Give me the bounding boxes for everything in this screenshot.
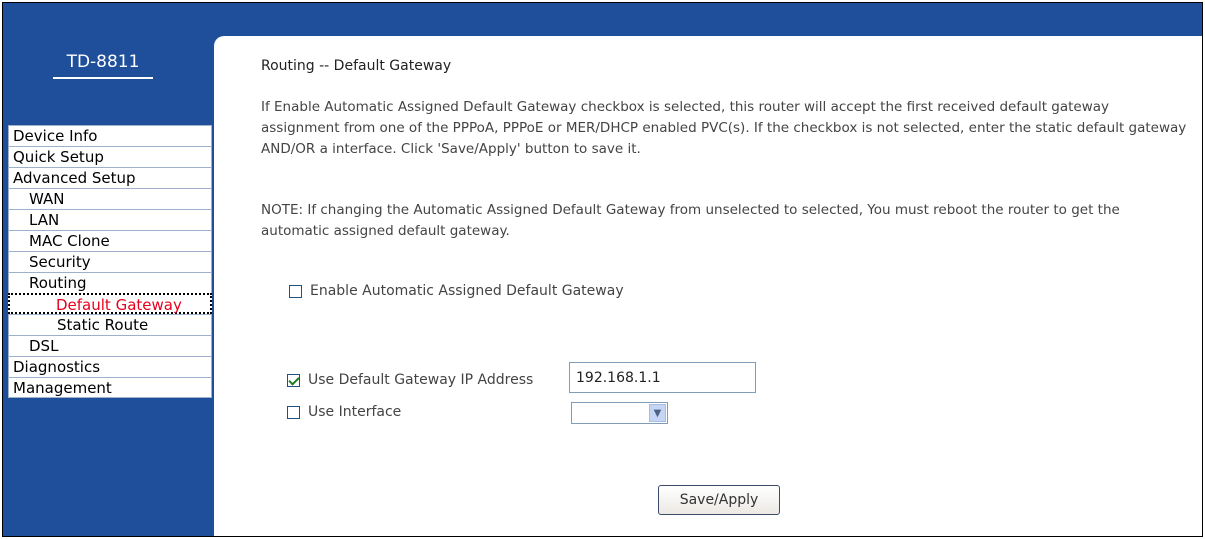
use-ip-checkbox[interactable] <box>287 373 300 387</box>
chevron-down-icon[interactable]: ▼ <box>649 404 666 422</box>
sidebar-item-dsl[interactable]: DSL <box>8 335 212 356</box>
model-name: TD-8811 <box>53 52 153 79</box>
page-description: If Enable Automatic Assigned Default Gat… <box>261 99 1187 157</box>
sidebar-item-quick-setup[interactable]: Quick Setup <box>8 146 212 167</box>
sidebar-item-management[interactable]: Management <box>8 377 212 398</box>
sidebar-item-advanced-setup[interactable]: Advanced Setup <box>8 167 212 188</box>
sidebar: TD-8811 Device Info Quick Setup Advanced S… <box>3 38 214 536</box>
auto-gateway-checkbox[interactable] <box>289 284 302 298</box>
save-apply-button[interactable]: Save/Apply <box>658 485 780 515</box>
sidebar-item-mac-clone[interactable]: MAC Clone <box>8 230 212 251</box>
use-interface-row: Use Interface <box>287 404 401 420</box>
sidebar-item-routing[interactable]: Routing <box>8 272 212 293</box>
sidebar-item-wan[interactable]: WAN <box>8 188 212 209</box>
sidebar-item-security[interactable]: Security <box>8 251 212 272</box>
sidebar-item-lan[interactable]: LAN <box>8 209 212 230</box>
main-content: Routing -- Default Gateway If Enable Aut… <box>214 36 1202 536</box>
sidebar-nav: Device Info Quick Setup Advanced Setup WAN L… <box>8 125 212 398</box>
use-ip-row: Use Default Gateway IP Address <box>287 372 533 388</box>
use-ip-label: Use Default Gateway IP Address <box>308 372 534 388</box>
interface-select[interactable]: ▼ <box>571 402 668 424</box>
app-frame: TD-8811 Device Info Quick Setup Advanced S… <box>2 2 1203 537</box>
page-note: NOTE: If changing the Automatic Assigned… <box>261 202 1120 239</box>
gateway-ip-input[interactable] <box>569 362 756 393</box>
sidebar-item-static-route[interactable]: Static Route <box>8 314 212 335</box>
sidebar-item-diagnostics[interactable]: Diagnostics <box>8 356 212 377</box>
auto-gateway-row: Enable Automatic Assigned Default Gatewa… <box>289 283 624 299</box>
page-title: Routing -- Default Gateway <box>261 58 452 74</box>
auto-gateway-label: Enable Automatic Assigned Default Gatewa… <box>310 283 624 299</box>
top-banner <box>3 3 1202 38</box>
use-interface-label: Use Interface <box>308 404 402 420</box>
use-interface-checkbox[interactable] <box>287 405 300 419</box>
sidebar-item-device-info[interactable]: Device Info <box>8 125 212 146</box>
sidebar-item-default-gateway[interactable]: Default Gateway <box>8 293 212 314</box>
